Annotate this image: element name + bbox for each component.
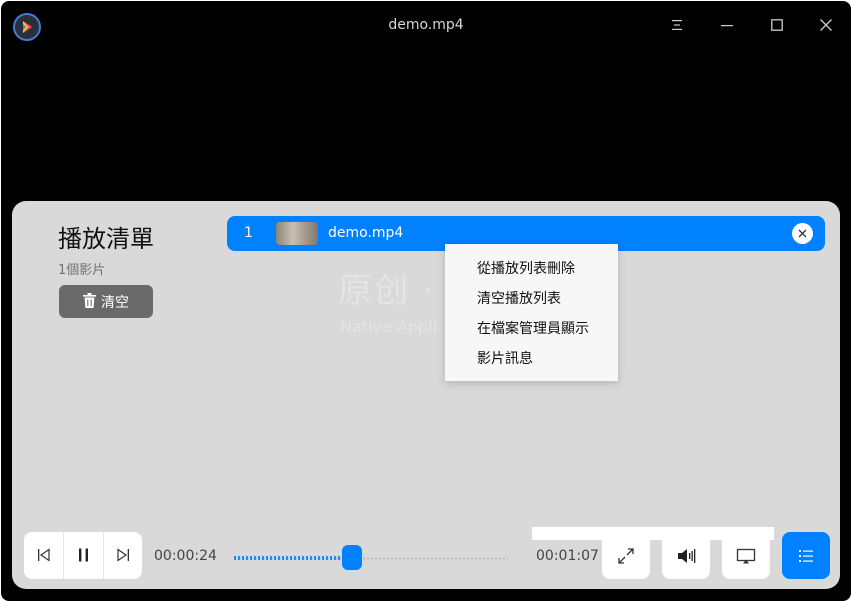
item-filename: demo.mp4 [328,225,404,241]
skip-next-icon [117,548,129,562]
remove-item-button[interactable] [792,223,813,244]
skip-previous-icon [38,548,50,562]
titlebar: demo.mp4 [1,1,851,51]
watermark-text: 原创 · [338,271,436,311]
minimize-button[interactable] [714,13,740,39]
playlist-count: 1個影片 [58,263,106,278]
close-icon [798,229,807,238]
close-icon [820,19,832,31]
cast-button[interactable] [722,532,770,579]
next-button[interactable] [104,532,143,579]
playlist-icon [799,550,813,562]
fullscreen-button[interactable] [602,532,650,579]
progress-fill [234,556,352,560]
pause-button[interactable] [64,532,103,579]
pause-icon [79,548,88,562]
clear-playlist-button[interactable]: 清空 [59,285,153,318]
menu-item-video-info[interactable]: 影片訊息 [477,348,533,368]
maximize-button[interactable] [764,13,790,39]
transport-controls [24,532,142,579]
menu-item-clear[interactable]: 清空播放列表 [477,288,561,308]
video-thumbnail [276,222,318,245]
menu-button[interactable] [664,13,690,39]
maximize-icon [771,19,783,31]
screen-cast-icon [736,548,756,564]
volume-icon [678,549,696,563]
player-window: demo.mp4 播放清單 1個影片 清空 原创 · Native Appli … [1,1,851,601]
current-time: 00:00:24 [154,548,217,564]
previous-button[interactable] [24,532,63,579]
progress-handle[interactable] [342,545,362,570]
menu-item-remove[interactable]: 從播放列表刪除 [477,258,575,278]
clear-button-label: 清空 [101,295,129,311]
trash-icon [83,293,96,308]
item-index: 1 [244,225,253,241]
total-time: 00:01:07 [536,548,599,564]
watermark-subtext: Native Appli [340,317,438,336]
menu-item-show-in-file-manager[interactable]: 在檔案管理員顯示 [477,318,589,338]
fullscreen-icon [618,548,634,564]
context-menu: 從播放列表刪除 清空播放列表 在檔案管理員顯示 影片訊息 [445,244,618,381]
playlist-title: 播放清單 [58,225,154,253]
close-window-button[interactable] [813,13,839,39]
hamburger-icon [672,20,682,30]
volume-button[interactable] [662,532,710,579]
playlist-toggle-button[interactable] [782,532,830,579]
minimize-icon [721,25,733,27]
